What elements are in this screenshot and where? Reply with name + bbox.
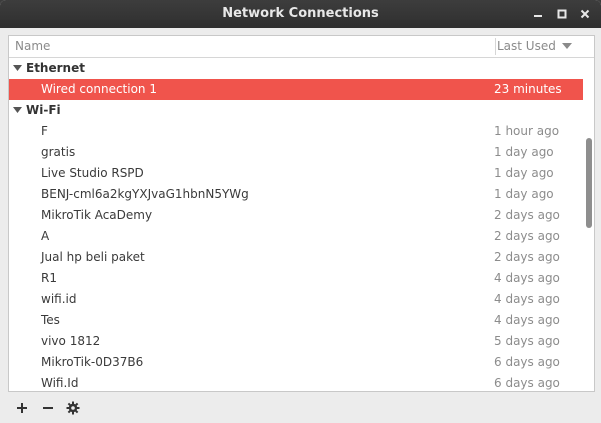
connection-last-used: 2 days ago — [494, 250, 560, 264]
maximize-icon — [557, 9, 567, 19]
connection-name: MikroTik AcaDemy — [41, 208, 153, 222]
remove-connection-button[interactable] — [38, 398, 58, 418]
connection-row[interactable]: Tes 4 days ago — [9, 310, 583, 331]
maximize-button[interactable] — [554, 6, 570, 22]
connection-rows: Ethernet Wired connection 1 23 minutes a… — [9, 58, 583, 391]
connection-row[interactable]: Live Studio RSPD 1 day ago — [9, 163, 583, 184]
scrollbar-thumb[interactable] — [586, 138, 592, 228]
add-connection-button[interactable] — [12, 398, 32, 418]
connection-row[interactable]: wifi.id 4 days ago — [9, 289, 583, 310]
connection-name: A — [41, 229, 50, 243]
connection-last-used: 4 days ago — [494, 292, 560, 306]
connection-name: F — [41, 124, 48, 138]
connection-row[interactable]: Wifi.Id 6 days ago — [9, 373, 583, 391]
connection-last-used: 1 hour ago — [494, 124, 560, 138]
connection-name: Wifi.Id — [41, 376, 79, 390]
group-row-wifi[interactable]: Wi-Fi — [9, 100, 583, 121]
group-label: Wi-Fi — [26, 103, 61, 117]
connection-name: R1 — [41, 271, 57, 285]
connection-name: Jual hp beli paket — [41, 250, 145, 264]
minimize-button[interactable] — [530, 6, 546, 22]
minimize-icon — [534, 15, 542, 17]
plus-icon — [17, 403, 27, 413]
connection-name: MikroTik-0D37B6 — [41, 355, 144, 369]
column-separator — [495, 38, 496, 55]
connection-name: gratis — [41, 145, 76, 159]
connection-name: wifi.id — [41, 292, 77, 306]
expander-down-icon[interactable] — [13, 107, 22, 114]
connection-name: vivo 1812 — [41, 334, 101, 348]
group-row-ethernet[interactable]: Ethernet — [9, 58, 583, 79]
vertical-scrollbar[interactable] — [583, 58, 594, 391]
gear-icon — [66, 401, 80, 415]
group-label: Ethernet — [26, 61, 85, 75]
connection-last-used: 2 days ago — [494, 229, 560, 243]
connection-row[interactable]: BENJ-cml6a2kgYXJvaG1hbnN5YWg 1 day ago — [9, 184, 583, 205]
connections-list: Name Last Used Ethernet Wired connection… — [8, 35, 595, 392]
connection-row[interactable]: MikroTik-0D37B6 6 days ago — [9, 352, 583, 373]
connection-last-used: 2 days ago — [494, 208, 560, 222]
connection-row[interactable]: F 1 hour ago — [9, 121, 583, 142]
sort-descending-icon — [562, 43, 572, 49]
list-header: Name Last Used — [9, 36, 594, 58]
connection-last-used: 6 days ago — [494, 376, 560, 390]
connection-row[interactable]: MikroTik AcaDemy 2 days ago — [9, 205, 583, 226]
connection-last-used: 1 day ago — [494, 187, 554, 201]
connection-last-used: 1 day ago — [494, 145, 554, 159]
column-header-name[interactable]: Name — [15, 36, 50, 57]
close-icon — [580, 9, 590, 19]
connection-row[interactable]: gratis 1 day ago — [9, 142, 583, 163]
network-connections-window: Network Connections Name Last Used Ether… — [0, 0, 601, 423]
connection-name: BENJ-cml6a2kgYXJvaG1hbnN5YWg — [41, 187, 249, 201]
connection-row[interactable]: Jual hp beli paket 2 days ago — [9, 247, 583, 268]
column-header-last-used[interactable]: Last Used — [497, 36, 556, 57]
connection-last-used: 4 days ago — [494, 313, 560, 327]
connection-last-used: 1 day ago — [494, 166, 554, 180]
connection-last-used: 4 days ago — [494, 271, 560, 285]
bottom-toolbar — [0, 393, 601, 423]
close-button[interactable] — [577, 6, 593, 22]
connection-name: Wired connection 1 — [41, 82, 157, 96]
connection-row[interactable]: Wired connection 1 23 minutes ago — [9, 79, 583, 117]
connection-row[interactable]: A 2 days ago — [9, 226, 583, 247]
connection-row[interactable]: vivo 1812 5 days ago — [9, 331, 583, 352]
title-bar[interactable]: Network Connections — [0, 0, 601, 28]
connection-last-used: 6 days ago — [494, 355, 560, 369]
connection-name: Live Studio RSPD — [41, 166, 144, 180]
connection-name: Tes — [41, 313, 60, 327]
connection-row[interactable]: R1 4 days ago — [9, 268, 583, 289]
expander-down-icon[interactable] — [13, 65, 22, 72]
window-title: Network Connections — [222, 6, 379, 21]
connection-last-used: 5 days ago — [494, 334, 560, 348]
minus-icon — [43, 407, 53, 409]
edit-connection-button[interactable] — [63, 398, 83, 418]
